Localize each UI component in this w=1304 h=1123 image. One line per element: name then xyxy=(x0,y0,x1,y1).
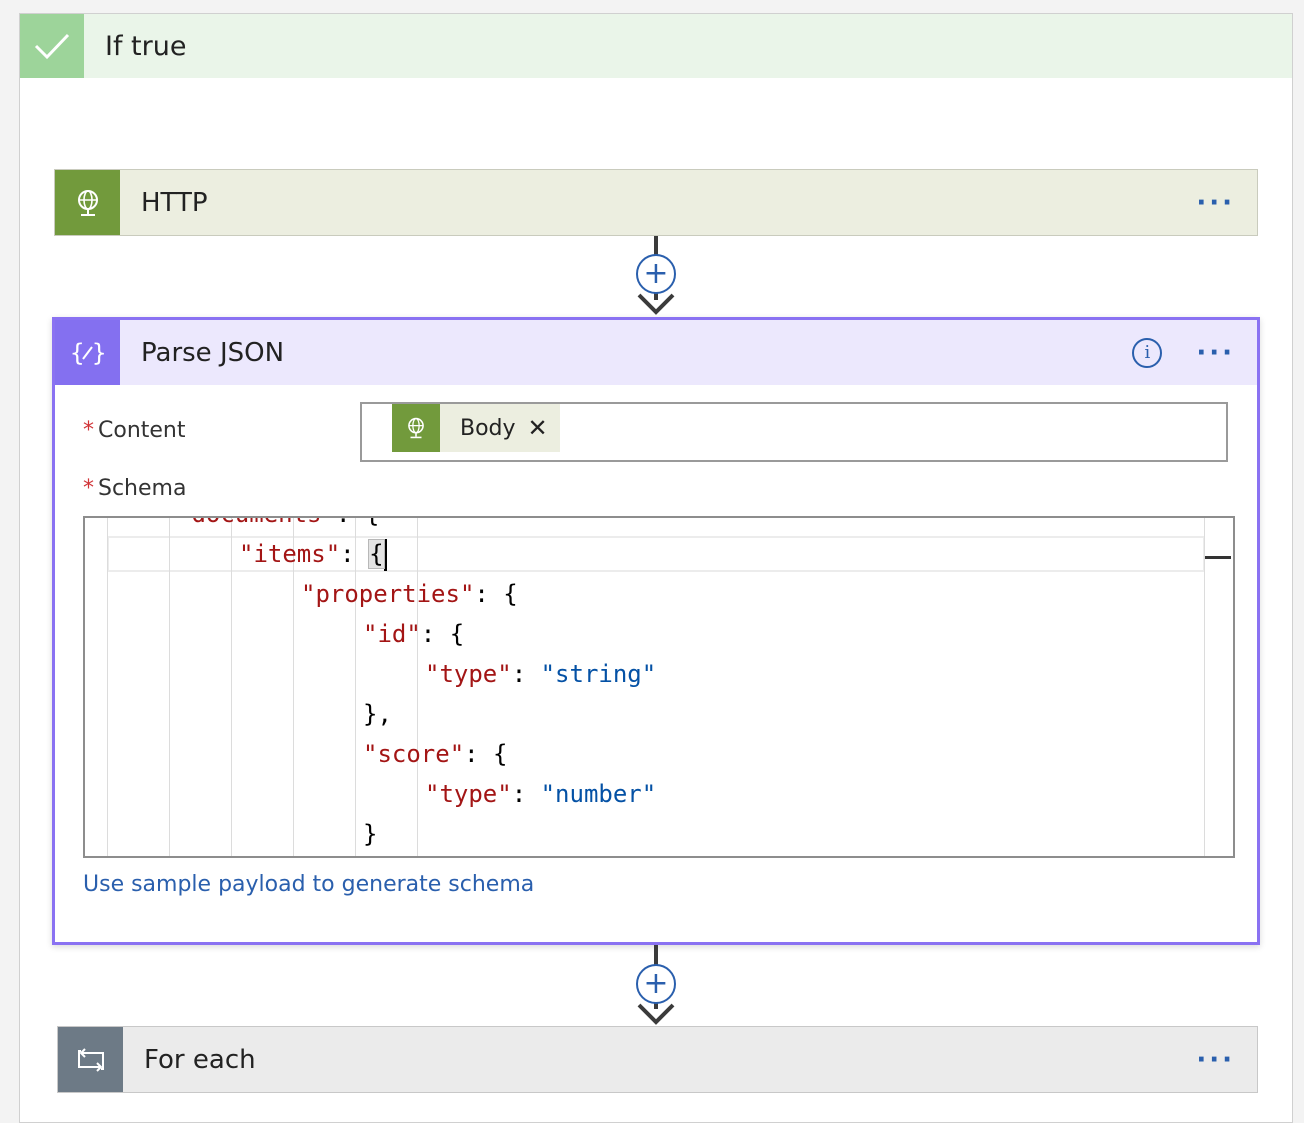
globe-icon xyxy=(55,170,120,235)
scroll-position-marker xyxy=(1205,556,1231,559)
code-token: "documents" xyxy=(177,518,336,528)
parse-json-header[interactable]: { } Parse JSON i ··· xyxy=(55,320,1257,385)
if-true-title: If true xyxy=(105,30,187,62)
sample-payload-link[interactable]: Use sample payload to generate schema xyxy=(83,872,534,897)
code-token: "id" xyxy=(363,620,421,648)
required-marker: * xyxy=(83,476,94,501)
code-line: "score": { xyxy=(363,736,508,772)
if-true-header[interactable]: If true xyxy=(20,14,1292,78)
json-braces-icon: { } xyxy=(55,320,120,385)
code-token: : xyxy=(340,540,370,568)
parse-json-title: Parse JSON xyxy=(141,337,285,368)
arrow-down-icon xyxy=(637,293,675,315)
required-marker: * xyxy=(83,418,94,443)
indent-guide xyxy=(231,518,232,856)
http-action-card[interactable]: HTTP ··· xyxy=(54,169,1258,236)
code-token: "string" xyxy=(540,660,657,688)
content-label: * Content xyxy=(83,418,186,443)
code-token: "items" xyxy=(239,540,341,568)
body-token[interactable]: Body ✕ xyxy=(392,404,560,452)
body-token-label: Body xyxy=(460,415,516,441)
code-line: "documents": { xyxy=(177,518,379,532)
code-token: : { xyxy=(464,740,508,768)
code-token: "type" xyxy=(425,660,512,688)
for-each-more-options-icon[interactable]: ··· xyxy=(1196,1047,1235,1073)
code-line: "properties": { xyxy=(301,576,518,612)
add-step-button[interactable]: + xyxy=(636,254,676,294)
code-token: "type" xyxy=(425,780,512,808)
editor-scrollbar[interactable] xyxy=(1204,518,1205,856)
http-action-title: HTTP xyxy=(141,187,208,218)
svg-text:{: { xyxy=(70,339,84,367)
code-token: : { xyxy=(420,620,465,648)
code-token: : xyxy=(511,780,541,808)
checkmark-icon xyxy=(20,14,84,78)
text-cursor xyxy=(383,539,387,571)
code-line: "type": "string" xyxy=(425,656,656,692)
code-token: "number" xyxy=(540,780,657,808)
add-step-button[interactable]: + xyxy=(636,964,676,1004)
svg-text:}: } xyxy=(92,339,106,367)
code-token: }, xyxy=(363,700,392,728)
code-line: }, xyxy=(363,696,392,732)
schema-code-editor[interactable]: "documents": {"items": {"properties": {"… xyxy=(83,516,1235,858)
code-line: } xyxy=(363,816,377,852)
http-more-options-icon[interactable]: ··· xyxy=(1196,190,1235,216)
for-each-action-card[interactable]: For each ··· xyxy=(57,1026,1258,1093)
code-line: "id": { xyxy=(363,616,464,652)
schema-label: * Schema xyxy=(83,476,186,501)
code-line: "items": { xyxy=(239,536,387,572)
code-token: } xyxy=(363,820,378,848)
code-token: : { xyxy=(474,580,518,608)
content-input[interactable]: Body ✕ xyxy=(360,402,1228,462)
code-line: "type": "number" xyxy=(425,776,656,812)
parse-json-action-card[interactable]: { } Parse JSON i ··· * Content Body ✕ * … xyxy=(52,317,1260,945)
code-token: : xyxy=(511,660,541,688)
indent-guide xyxy=(107,518,108,856)
code-token: "score" xyxy=(363,740,465,768)
remove-token-icon[interactable]: ✕ xyxy=(528,414,548,442)
parse-more-options-icon[interactable]: ··· xyxy=(1196,340,1235,366)
globe-icon xyxy=(392,404,440,452)
content-label-text: Content xyxy=(98,418,186,443)
matched-bracket: { xyxy=(368,539,385,569)
indent-guide xyxy=(417,518,418,856)
arrow-down-icon xyxy=(637,1003,675,1025)
schema-label-text: Schema xyxy=(98,476,187,501)
loop-icon xyxy=(58,1027,123,1092)
code-token: : { xyxy=(336,518,379,528)
indent-guide xyxy=(169,518,170,856)
code-token: "properties" xyxy=(301,580,475,608)
info-icon[interactable]: i xyxy=(1132,337,1163,368)
for-each-title: For each xyxy=(144,1044,256,1075)
